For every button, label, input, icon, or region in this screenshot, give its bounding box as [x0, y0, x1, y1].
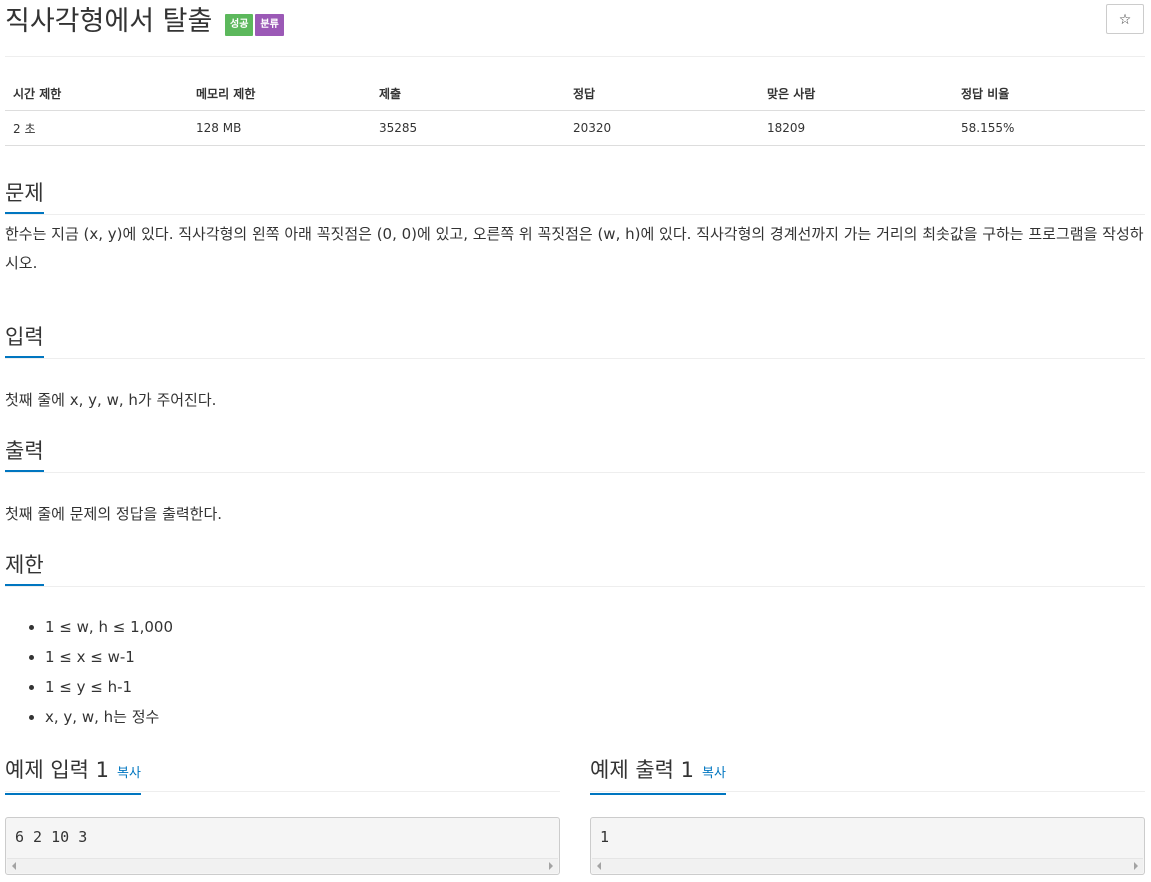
title-row: 직사각형에서 탈출 성공 분류 ☆ [5, 0, 1145, 57]
section-input-head: 입력 [5, 322, 1145, 359]
problem-page: 직사각형에서 탈출 성공 분류 ☆ 시간 제한 메모리 제한 제출 정답 맞은 … [5, 0, 1145, 875]
section-output: 출력 첫째 줄에 문제의 정답을 출력한다. [5, 436, 1145, 529]
input-description: 첫째 줄에 x, y, w, h가 주어진다. [5, 391, 217, 409]
copy-input-button[interactable]: 복사 [117, 766, 141, 781]
limits-list: 1 ≤ w, h ≤ 1,000 1 ≤ x ≤ w-1 1 ≤ y ≤ h-1… [5, 612, 1145, 732]
scroll-left-icon[interactable] [12, 862, 16, 870]
horizontal-scrollbar[interactable] [7, 858, 558, 873]
sample-input-head: 예제 입력 1 복사 [5, 755, 560, 795]
sample-input-1: 예제 입력 1 복사 6 2 10 3 [5, 755, 560, 875]
category-badge[interactable]: 분류 [255, 14, 284, 36]
star-icon: ☆ [1118, 12, 1132, 28]
header-accept-rate: 정답 비율 [953, 76, 1145, 111]
output-description: 첫째 줄에 문제의 정답을 출력한다. [5, 505, 223, 523]
sample-output-title: 예제 출력 1 복사 [590, 755, 726, 795]
value-accepted[interactable]: 20320 [565, 110, 759, 146]
sample-output-1: 예제 출력 1 복사 1 [590, 755, 1145, 875]
badges: 성공 분류 [225, 14, 284, 36]
problem-description: 한수는 지금 (x, y)에 있다. 직사각형의 왼쪽 아래 꼭짓점은 (0, … [5, 225, 1144, 272]
value-solved-users[interactable]: 18209 [759, 110, 953, 146]
sample-output-head: 예제 출력 1 복사 [590, 755, 1145, 795]
list-item: 1 ≤ x ≤ w-1 [45, 642, 1145, 672]
value-time-limit: 2 초 [5, 110, 188, 146]
sample-input-content: 6 2 10 3 [15, 828, 88, 846]
section-input: 입력 첫째 줄에 x, y, w, h가 주어진다. [5, 322, 1145, 415]
star-button[interactable]: ☆ [1106, 4, 1144, 34]
value-submissions[interactable]: 35285 [371, 110, 565, 146]
sample-input-title: 예제 입력 1 복사 [5, 755, 141, 795]
section-problem-head: 문제 [5, 178, 1145, 215]
header-accepted: 정답 [565, 76, 759, 111]
problem-info-table: 시간 제한 메모리 제한 제출 정답 맞은 사람 정답 비율 2 초 128 M… [5, 76, 1145, 146]
sample-input-box[interactable]: 6 2 10 3 [5, 817, 560, 875]
scroll-right-icon[interactable] [1134, 862, 1138, 870]
page-title: 직사각형에서 탈출 [5, 6, 213, 37]
value-memory-limit: 128 MB [188, 110, 371, 146]
section-limits-title: 제한 [5, 550, 44, 586]
section-problem-title: 문제 [5, 178, 44, 214]
sample-output-heading: 예제 출력 1 [590, 758, 694, 782]
scroll-left-icon[interactable] [597, 862, 601, 870]
header-memory-limit: 메모리 제한 [188, 76, 371, 111]
status-badge-success: 성공 [225, 14, 254, 36]
table-header-row: 시간 제한 메모리 제한 제출 정답 맞은 사람 정답 비율 [5, 76, 1145, 111]
section-limits-head: 제한 [5, 550, 1145, 587]
header-time-limit: 시간 제한 [5, 76, 188, 111]
sample-input-heading: 예제 입력 1 [5, 758, 109, 782]
sample-output-content: 1 [600, 828, 610, 846]
table-row: 2 초 128 MB 35285 20320 18209 58.155% [5, 110, 1145, 146]
section-problem: 문제 한수는 지금 (x, y)에 있다. 직사각형의 왼쪽 아래 꼭짓점은 (… [5, 178, 1145, 278]
sample-output-box[interactable]: 1 [590, 817, 1145, 875]
header-solved-users: 맞은 사람 [759, 76, 953, 111]
header-submissions: 제출 [371, 76, 565, 111]
copy-output-button[interactable]: 복사 [702, 766, 726, 781]
section-output-head: 출력 [5, 436, 1145, 473]
value-accept-rate: 58.155% [953, 110, 1145, 146]
scroll-right-icon[interactable] [549, 862, 553, 870]
list-item: x, y, w, h는 정수 [45, 702, 1145, 732]
section-input-title: 입력 [5, 322, 44, 358]
list-item: 1 ≤ y ≤ h-1 [45, 672, 1145, 702]
section-output-title: 출력 [5, 436, 44, 472]
section-limits: 제한 1 ≤ w, h ≤ 1,000 1 ≤ x ≤ w-1 1 ≤ y ≤ … [5, 550, 1145, 732]
horizontal-scrollbar[interactable] [592, 858, 1143, 873]
list-item: 1 ≤ w, h ≤ 1,000 [45, 612, 1145, 642]
